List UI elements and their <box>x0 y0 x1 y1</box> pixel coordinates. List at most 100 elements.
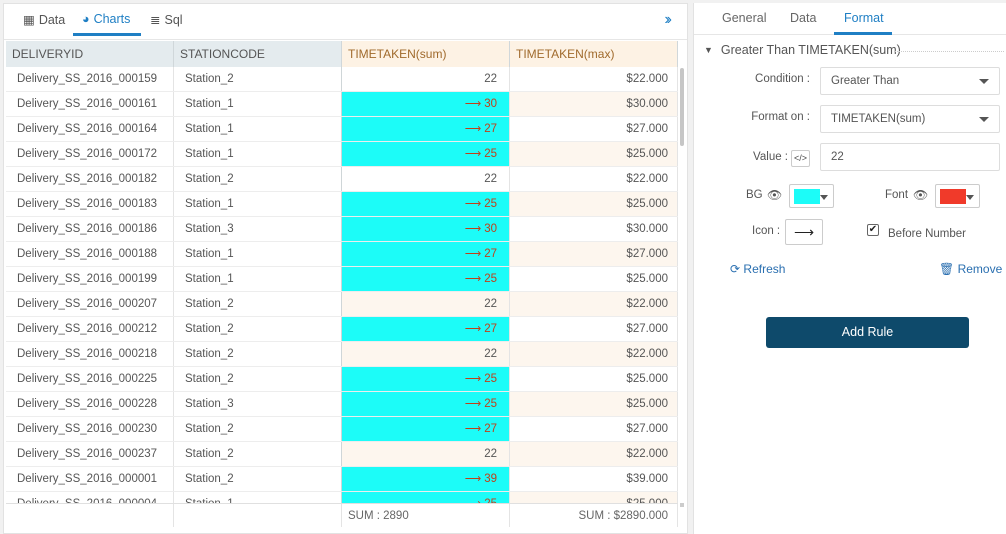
cell-timetaken-sum: ⟶ 27 <box>342 117 510 141</box>
cell-value: 22 <box>484 73 497 85</box>
tab-charts-label: Charts <box>93 12 131 26</box>
cell-value: 27 <box>484 323 497 335</box>
tab-charts[interactable]: ◕ Charts <box>82 12 130 26</box>
cell-timetaken-sum: ⟶25 <box>342 367 510 391</box>
table-row[interactable]: Delivery_SS_2016_000186 Station_3 ⟶ 30 $30.0… <box>6 217 678 242</box>
arrow-right-icon: ⟶ <box>464 248 482 260</box>
arrow-right-icon: ⟶ <box>464 123 482 135</box>
column-header-timetaken-max[interactable]: TIMETAKEN(max) <box>510 41 678 67</box>
table-row[interactable]: Delivery_SS_2016_000207 Station_2 22 $22.00… <box>6 292 678 317</box>
cell-deliveryid: Delivery_SS_2016_000164 <box>6 117 174 141</box>
tab-data-settings[interactable]: Data <box>790 11 816 25</box>
table-row[interactable]: Delivery_SS_2016_000188 Station_1 ⟶ 27 $27.0… <box>6 242 678 267</box>
caret-down-icon <box>820 195 828 200</box>
cell-timetaken-sum: 22 <box>342 67 510 91</box>
before-number-checkbox[interactable]: ✔ <box>867 224 879 236</box>
cell-value: 25 <box>484 373 497 385</box>
cell-timetaken-sum: 22 <box>342 292 510 316</box>
cell-timetaken-sum: ⟶25 <box>342 267 510 291</box>
column-header-timetaken-sum[interactable]: TIMETAKEN(sum) <box>342 41 510 67</box>
cell-stationcode: Station_2 <box>174 467 342 491</box>
remove-button[interactable]: 🗑 Remove <box>939 262 1002 276</box>
table-row[interactable]: Delivery_SS_2016_000225 Station_2 ⟶ 25 $25.0… <box>6 367 678 392</box>
tab-sql[interactable]: ≣ Sql <box>150 12 183 28</box>
cell-timetaken-sum: ⟶ 27 <box>342 317 510 341</box>
cell-deliveryid: Delivery_SS_2016_000001 <box>6 467 174 491</box>
scroll-corner <box>680 503 684 507</box>
cell-deliveryid: Delivery_SS_2016_000188 <box>6 242 174 266</box>
add-rule-button[interactable]: Add Rule <box>766 317 969 348</box>
icon-label: Icon : <box>752 225 781 237</box>
cell-stationcode: Station_3 <box>174 217 342 241</box>
vertical-scrollbar[interactable] <box>680 68 684 146</box>
table-row[interactable]: Delivery_SS_2016_000230 Station_2 ⟶ 27 $27.0… <box>6 417 678 442</box>
caret-down-icon: ▼ <box>704 45 713 55</box>
tab-general[interactable]: General <box>722 11 766 25</box>
table-row[interactable]: Delivery_SS_2016_000159 Station_2 22 $22.00… <box>6 67 678 92</box>
arrow-right-icon: ⟶ <box>464 273 482 285</box>
table-row[interactable]: Delivery_SS_2016_000164 Station_1 ⟶ 27 $27.0… <box>6 117 678 142</box>
table-row[interactable]: Delivery_SS_2016_000004Station_1⟶25$25.0… <box>6 492 678 503</box>
table-row[interactable]: Delivery_SS_2016_000183 Station_1 ⟶ 25 $25.0… <box>6 192 678 217</box>
cell-timetaken-max: $27.000 <box>510 242 678 266</box>
cell-timetaken-max: $30.000 <box>510 217 678 241</box>
arrow-right-icon: ⟶ <box>464 198 482 210</box>
cell-stationcode: Station_1 <box>174 242 342 266</box>
refresh-button[interactable]: ⟳ Refresh <box>730 262 785 276</box>
cell-value: 30 <box>484 223 497 235</box>
tab-format[interactable]: Format <box>844 11 884 25</box>
arrow-right-icon: ⟶ <box>464 473 482 485</box>
code-icon[interactable]: </> <box>791 150 810 167</box>
settings-tabs: General Data Format <box>694 3 1006 35</box>
icon-picker-button[interactable]: ⟶ <box>785 219 823 245</box>
cell-stationcode: Station_1 <box>174 117 342 141</box>
cell-stationcode: Station_2 <box>174 367 342 391</box>
eye-icon[interactable]: 👁 <box>913 188 928 202</box>
cell-stationcode: Station_3 <box>174 392 342 416</box>
bg-color-picker[interactable] <box>789 184 834 208</box>
cell-value: 22 <box>484 173 497 185</box>
arrow-right-icon: ⟶ <box>464 398 482 410</box>
cell-timetaken-max: $39.000 <box>510 467 678 491</box>
cell-timetaken-max: $27.000 <box>510 117 678 141</box>
cell-deliveryid: Delivery_SS_2016_000225 <box>6 367 174 391</box>
condition-value: Greater Than <box>831 75 900 87</box>
cell-timetaken-sum: 22 <box>342 342 510 366</box>
cell-timetaken-max: $25.000 <box>510 267 678 291</box>
table-row[interactable]: Delivery_SS_2016_000228 Station_3 ⟶ 25 $25.0… <box>6 392 678 417</box>
value-text: 22 <box>831 151 844 163</box>
cell-stationcode: Station_1 <box>174 142 342 166</box>
arrow-right-icon: ⟶ <box>464 373 482 385</box>
condition-select[interactable]: Greater Than <box>820 67 1000 95</box>
cell-timetaken-sum: ⟶25 <box>342 192 510 216</box>
rule-section-header[interactable]: ▼ Greater Than TIMETAKEN(sum) <box>704 43 901 57</box>
table-row[interactable]: Delivery_SS_2016_000161 Station_1 ⟶ 30 $30.0… <box>6 92 678 117</box>
table-row[interactable]: Delivery_SS_2016_000001 Station_2 ⟶ 39 $39.0… <box>6 467 678 492</box>
cell-timetaken-max: $22.000 <box>510 442 678 466</box>
cell-timetaken-sum: 22 <box>342 167 510 191</box>
cell-timetaken-max: $22.000 <box>510 167 678 191</box>
cell-timetaken-max: $25.000 <box>510 367 678 391</box>
table-row[interactable]: Delivery_SS_2016_000172 Station_1 ⟶ 25 $25.0… <box>6 142 678 167</box>
cell-value: 27 <box>484 423 497 435</box>
table-row[interactable]: Delivery_SS_2016_000218 Station_2 22 $22.00… <box>6 342 678 367</box>
column-header-deliveryid[interactable]: DELIVERYID <box>6 41 174 67</box>
cell-timetaken-max: $22.000 <box>510 292 678 316</box>
refresh-icon: ⟳ <box>730 262 741 276</box>
pie-chart-icon: ◕ <box>82 12 90 26</box>
double-chevron-right-icon[interactable]: ›› <box>664 11 671 29</box>
cell-value: 22 <box>484 448 497 460</box>
font-color-picker[interactable] <box>935 184 980 208</box>
before-number-label: Before Number <box>888 228 966 240</box>
tab-data[interactable]: ▦ Data <box>23 12 65 28</box>
cell-value: 30 <box>484 98 497 110</box>
table-row[interactable]: Delivery_SS_2016_000182 Station_2 22 $22.00… <box>6 167 678 192</box>
eye-icon[interactable]: 👁 <box>767 188 782 202</box>
cell-stationcode: Station_1 <box>174 492 342 503</box>
column-header-stationcode[interactable]: STATIONCODE <box>174 41 342 67</box>
table-row[interactable]: Delivery_SS_2016_000199 Station_1 ⟶ 25 $25.0… <box>6 267 678 292</box>
table-row[interactable]: Delivery_SS_2016_000237 Station_2 22 $22.00… <box>6 442 678 467</box>
format-on-select[interactable]: TIMETAKEN(sum) <box>820 105 1000 133</box>
table-row[interactable]: Delivery_SS_2016_000212 Station_2 ⟶ 27 $27.0… <box>6 317 678 342</box>
value-input[interactable]: 22 <box>820 143 1000 171</box>
